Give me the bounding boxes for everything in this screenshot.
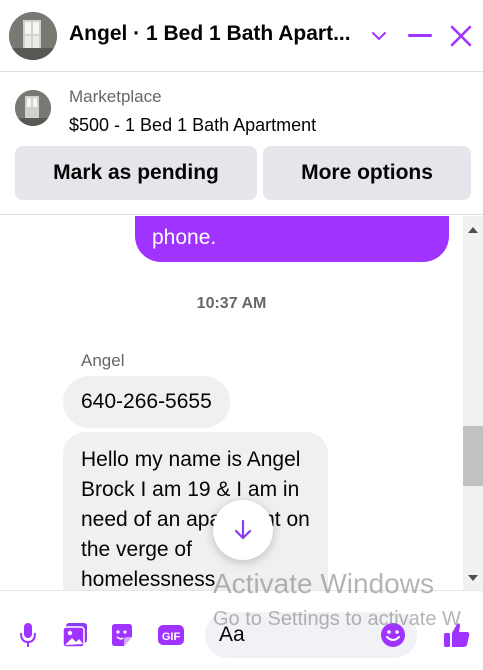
- incoming-message-text: Hello my name is Angel Brock I am 19 & I…: [81, 448, 310, 590]
- outgoing-message-text: phone.: [152, 226, 217, 249]
- chat-title[interactable]: Angel · 1 Bed 1 Bath Apart...: [69, 22, 359, 46]
- close-icon[interactable]: [446, 20, 476, 52]
- marketplace-card: Marketplace $500 - 1 Bed 1 Bath Apartmen…: [0, 73, 483, 215]
- more-options-button[interactable]: More options: [263, 146, 471, 200]
- marketplace-label: Marketplace: [69, 87, 162, 106]
- scrollbar-thumb[interactable]: [463, 426, 483, 486]
- scroll-down-arrow-icon[interactable]: [463, 568, 483, 588]
- incoming-message: Hello my name is Angel Brock I am 19 & I…: [63, 432, 328, 590]
- avatar[interactable]: [9, 12, 57, 60]
- message-timestamp: 10:37 AM: [196, 295, 267, 312]
- incoming-message-text: 640-266-5655: [81, 390, 212, 413]
- chevron-down-icon[interactable]: [364, 20, 394, 52]
- sticker-icon[interactable]: [108, 621, 136, 649]
- chat-header: Angel · 1 Bed 1 Bath Apart...: [0, 0, 483, 72]
- scroll-up-arrow-icon[interactable]: [463, 220, 483, 240]
- gif-icon[interactable]: GIF: [156, 621, 186, 649]
- sender-name: Angel: [81, 351, 125, 370]
- incoming-message: 640-266-5655: [63, 376, 230, 428]
- gif-label: GIF: [162, 631, 181, 643]
- image-icon[interactable]: [61, 621, 89, 649]
- mark-as-pending-button[interactable]: Mark as pending: [15, 146, 257, 200]
- like-icon[interactable]: [441, 619, 473, 651]
- scrollbar[interactable]: [463, 216, 483, 590]
- arrow-down-icon: [234, 519, 252, 540]
- microphone-icon[interactable]: [14, 621, 42, 649]
- message-list[interactable]: phone. 10:37 AM Angel 640-266-5655 Hello…: [0, 216, 463, 590]
- outgoing-message: phone.: [135, 216, 449, 262]
- minimize-icon[interactable]: [405, 20, 435, 52]
- listing-thumbnail[interactable]: [15, 90, 51, 126]
- emoji-icon[interactable]: [379, 621, 407, 649]
- listing-title[interactable]: $500 - 1 Bed 1 Bath Apartment: [69, 115, 316, 136]
- message-composer: GIF: [0, 590, 483, 670]
- scroll-to-bottom-button[interactable]: [213, 500, 273, 560]
